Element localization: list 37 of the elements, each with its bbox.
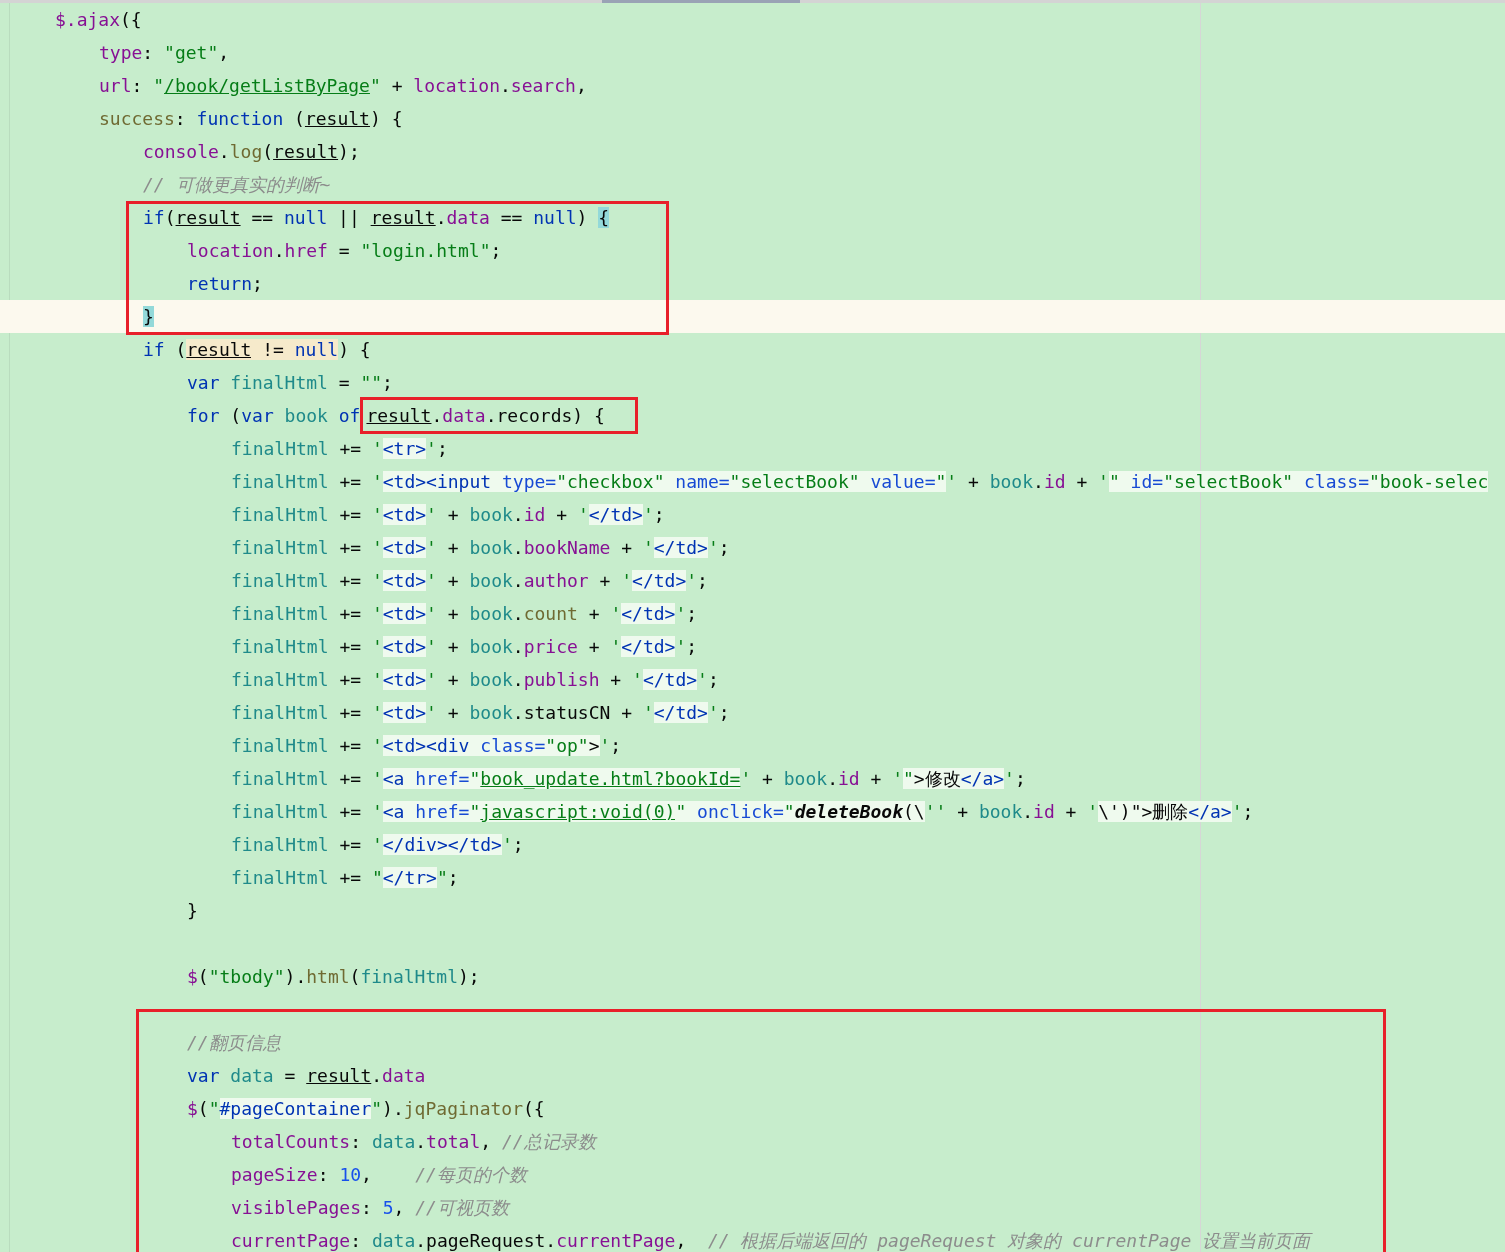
code-line: finalHtml += '<td><input type="checkbox" name="selectBook" value="' + book.id + '" id="selectBook" class="book-selec bbox=[231, 470, 1489, 494]
code-line: var data = result.data bbox=[187, 1064, 426, 1088]
code-line: for (var book of bbox=[187, 404, 361, 428]
code-line: if(result == null || result.data == null) { bbox=[143, 206, 610, 230]
code-comment: //翻页信息 bbox=[187, 1031, 281, 1055]
code-line: finalHtml += "</tr>"; bbox=[231, 866, 459, 890]
code-line: finalHtml += '</div></td>'; bbox=[231, 833, 524, 857]
code-line: finalHtml += '<td>' + book.statusCN + '</td>'; bbox=[231, 701, 730, 725]
code-line: finalHtml += '<td>' + book.id + '</td>'; bbox=[231, 503, 665, 527]
code-line: visiblePages: 5, //可视页数 bbox=[231, 1196, 509, 1220]
code-comment: // 可做更真实的判断~ bbox=[143, 173, 331, 197]
code-line: finalHtml += '<td>' + book.bookName + '</td>'; bbox=[231, 536, 730, 560]
code-line: $("tbody").html(finalHtml); bbox=[187, 965, 480, 989]
code-line: finalHtml += '<td><div class="op">'; bbox=[231, 734, 622, 758]
code-line: url: "/book/getListByPage" + location.search, bbox=[99, 74, 587, 98]
code-line: finalHtml += '<a href="book_update.html?bookId=' + book.id + '">修改</a>'; bbox=[231, 767, 1026, 791]
code-line: } bbox=[187, 899, 198, 923]
code-line: finalHtml += '<a href="javascript:void(0)" onclick="deleteBook(\'' + book.id + '\')">删除</a>'; bbox=[231, 800, 1254, 824]
code-line: finalHtml += '<td>' + book.price + '</td>'; bbox=[231, 635, 698, 659]
code-line: type: "get", bbox=[99, 41, 230, 65]
code-line: finalHtml += '<tr>'; bbox=[231, 437, 448, 461]
code-line: finalHtml += '<td>' + book.author + '</td>'; bbox=[231, 569, 708, 593]
code-line: $("#pageContainer").jqPaginator({ bbox=[187, 1097, 545, 1121]
boxed-code: result.data.records) { bbox=[360, 397, 638, 434]
code-line: totalCounts: data.total, //总记录数 bbox=[231, 1130, 596, 1154]
code-line: success: function (result) { bbox=[99, 107, 403, 131]
code-line: console.log(result); bbox=[143, 140, 360, 164]
code-line: finalHtml += '<td>' + book.publish + '</td>'; bbox=[231, 668, 719, 692]
scrollbar-thumb[interactable] bbox=[602, 0, 800, 3]
code-line: $.ajax({ bbox=[55, 8, 142, 32]
code-line: if (result != null) { bbox=[143, 338, 371, 362]
code-line: location.href = "login.html"; bbox=[187, 239, 502, 263]
code-line: finalHtml += '<td>' + book.count + '</td>'; bbox=[231, 602, 698, 626]
code-line: currentPage: data.pageRequest.currentPage, // 根据后端返回的 pageRequest 对象的 currentPage 设置当前页面 bbox=[231, 1229, 1311, 1252]
code-line: pageSize: 10, //每页的个数 bbox=[231, 1163, 527, 1187]
code-line: var finalHtml = ""; bbox=[187, 371, 393, 395]
code-line: return; bbox=[187, 272, 263, 296]
